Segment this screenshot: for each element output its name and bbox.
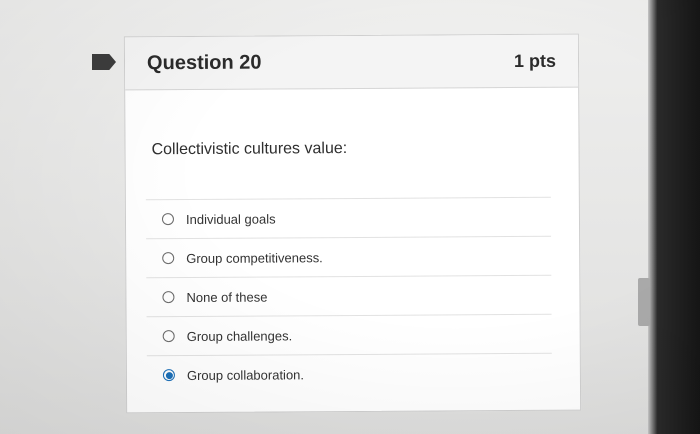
question-header: Question 20 1 pts — [124, 34, 579, 91]
answer-option[interactable]: None of these — [146, 274, 552, 317]
scrollbar-thumb[interactable] — [638, 278, 650, 326]
answer-list: Individual goals Group competitiveness. … — [145, 196, 553, 395]
answer-option[interactable]: Individual goals — [145, 196, 552, 239]
answer-label: Group collaboration. — [186, 366, 305, 383]
question-card: Question 20 1 pts Collectivistic culture… — [123, 33, 582, 414]
question-prompt: Collectivistic cultures value: — [151, 140, 348, 159]
question-points: 1 pts — [513, 50, 557, 71]
radio-icon[interactable] — [162, 252, 175, 265]
answer-label: Individual goals — [185, 210, 276, 227]
radio-icon[interactable] — [162, 291, 175, 304]
answer-option[interactable]: Group competitiveness. — [146, 235, 552, 278]
answer-option-selected[interactable]: Group collaboration. — [146, 352, 553, 395]
screen-edge — [648, 0, 700, 434]
answer-label: Group competitiveness. — [186, 249, 323, 266]
radio-selected-icon[interactable] — [162, 369, 175, 382]
answer-label: Group challenges. — [186, 327, 293, 344]
radio-icon[interactable] — [162, 330, 175, 343]
radio-icon[interactable] — [161, 213, 175, 226]
answer-label: None of these — [186, 289, 268, 305]
question-title: Question 20 — [146, 51, 262, 74]
answer-option[interactable]: Group challenges. — [146, 313, 552, 356]
